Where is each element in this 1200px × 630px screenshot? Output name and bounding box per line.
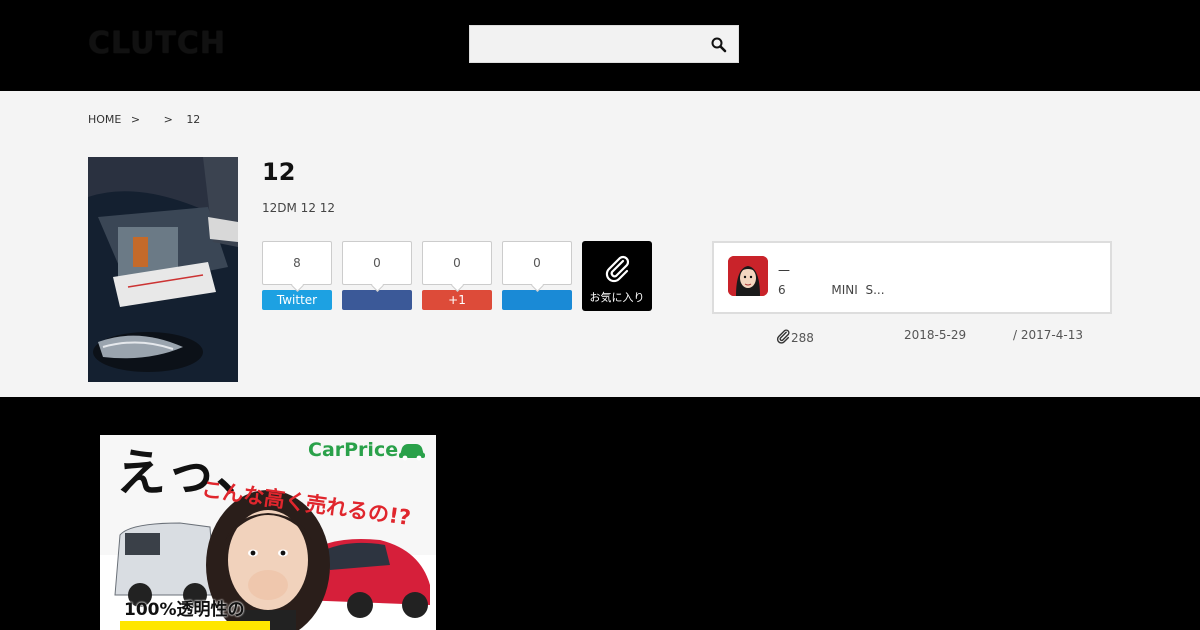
search-input[interactable] [470,26,700,62]
author-card[interactable]: — 6 MINI S... [712,241,1112,314]
favorite-label: お気に入り [589,291,645,304]
article-subtitle: 12DM 12 12 [262,201,336,215]
breadcrumb-current: 12 [186,113,201,126]
site-header: CLUTCH [0,0,1200,91]
facebook-share: 0 [342,241,412,310]
author-stats: 6 MINI S... [778,283,885,297]
ad-brand: CarPrice [308,439,399,461]
search-icon[interactable] [710,36,728,54]
facebook-share-button[interactable] [342,290,412,310]
breadcrumb: HOME > > 12 [88,113,206,126]
paperclip-icon [775,328,791,347]
ad-tagline: 100%透明性の [124,600,245,620]
hatena-share-count: 0 [502,241,572,285]
clip-count: 288 [775,328,814,347]
breadcrumb-separator: > [130,113,141,126]
twitter-share-count: 8 [262,241,332,285]
article-title: 12 [262,158,296,186]
site-logo[interactable]: CLUTCH [88,26,226,61]
article-header: HOME > > 12 12 12DM 12 12 8 Twitter 0 0 … [0,91,1200,397]
article-thumbnail [88,157,238,382]
breadcrumb-separator: > [163,113,173,126]
hatena-share-button[interactable] [502,290,572,310]
facebook-share-count: 0 [342,241,412,285]
author-avatar[interactable] [728,256,768,296]
gplus-share: 0 +1 [422,241,492,310]
gplus-share-count: 0 [422,241,492,285]
twitter-share: 8 Twitter [262,241,332,310]
twitter-share-button[interactable]: Twitter [262,290,332,310]
published-date: / 2017-4-13 [1013,328,1083,342]
search-box [469,25,739,63]
favorite-button[interactable]: お気に入り [582,241,652,311]
breadcrumb-home[interactable]: HOME [88,113,121,126]
updated-date: 2018-5-29 [904,328,967,342]
gplus-share-button[interactable]: +1 [422,290,492,310]
author-name[interactable]: — [778,263,790,277]
ad-banner[interactable]: CarPrice えっ、 こんな高く売れるの!? 100%透明性の [100,435,436,630]
car-icon [398,441,426,465]
hatena-share: 0 [502,241,572,310]
clip-count-value: 288 [791,330,814,345]
